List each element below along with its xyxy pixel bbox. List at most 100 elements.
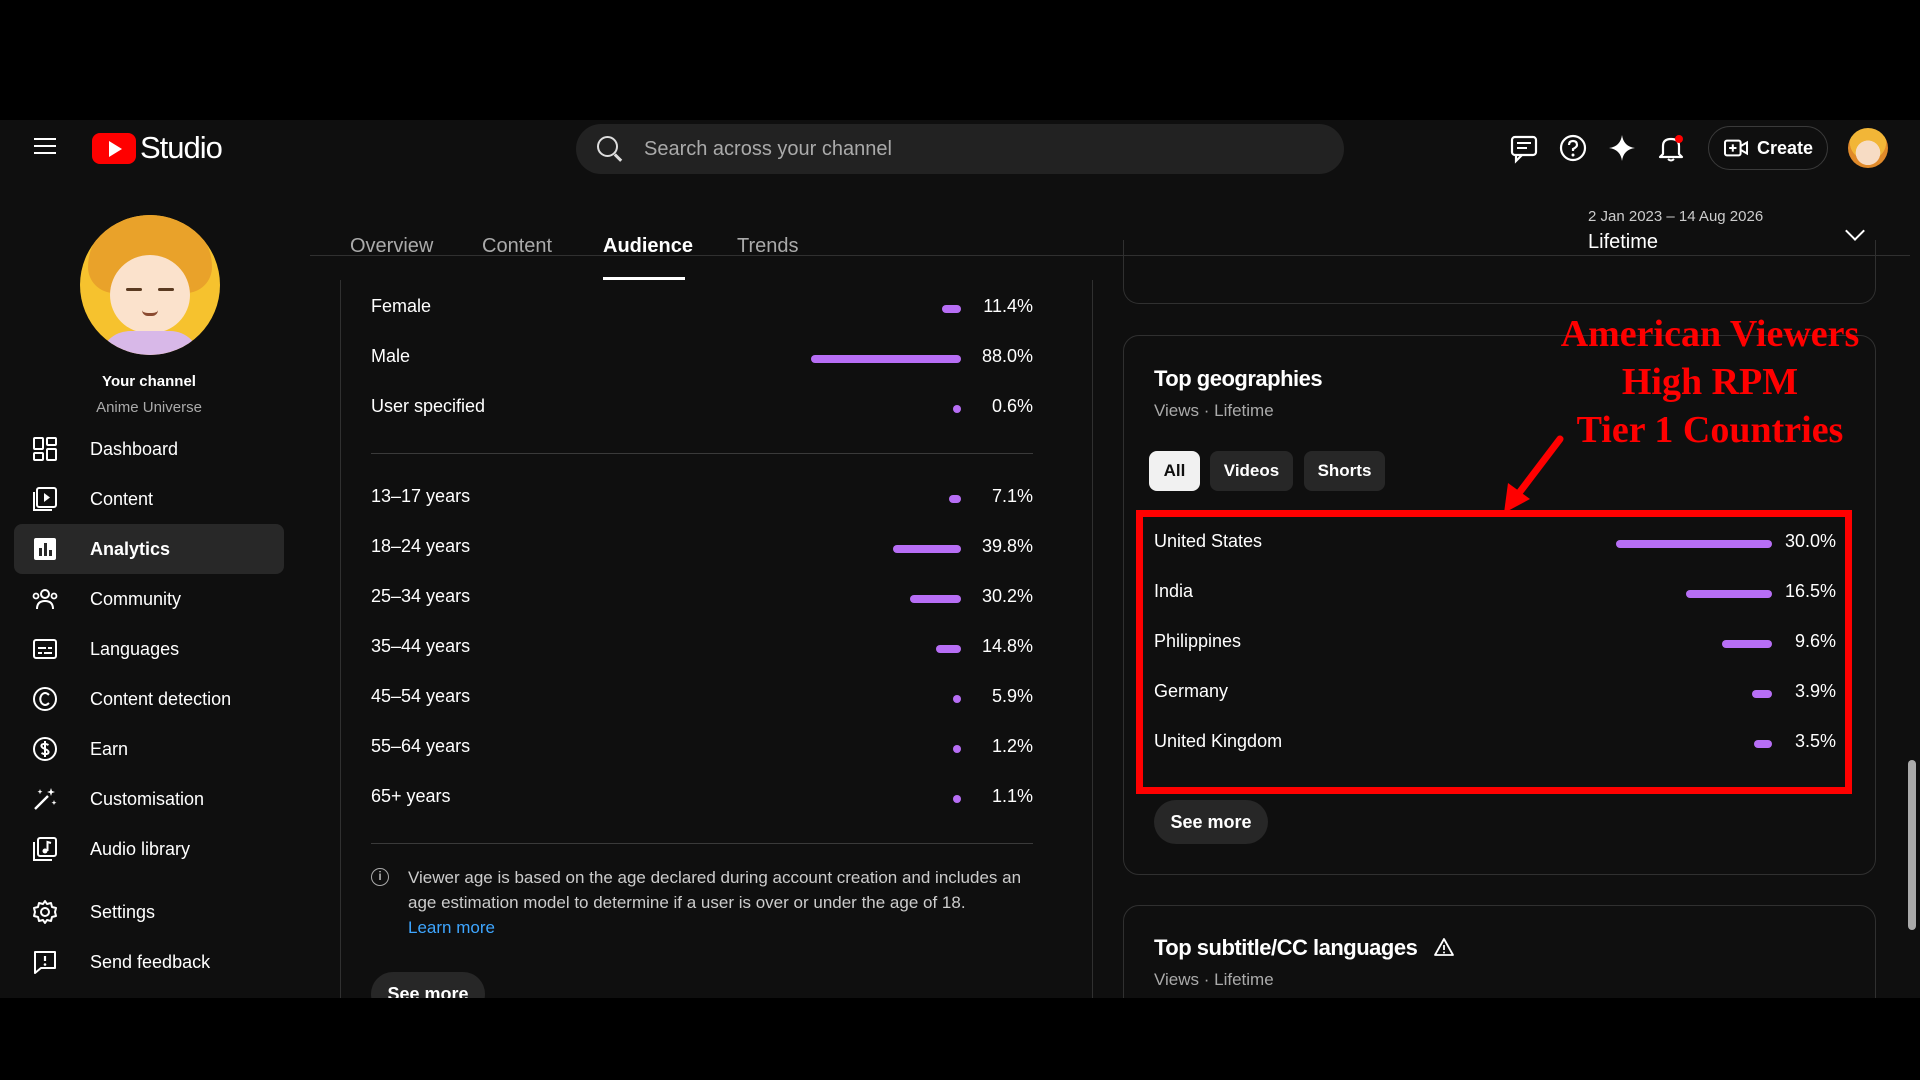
learn-more-link[interactable]: Learn more: [408, 918, 495, 937]
sidebar-item-content[interactable]: Content: [14, 474, 284, 524]
gender-row: Male 88.0%: [371, 343, 1033, 373]
sidebar: Your channel Anime Universe Dashboard Co…: [0, 176, 298, 998]
divider: [340, 280, 341, 998]
sidebar-item-settings[interactable]: Settings: [14, 887, 284, 937]
annotation-line: American Viewers: [1560, 313, 1860, 355]
age-row: 35–44 years 14.8%: [371, 633, 1033, 663]
magic-wand-icon: [30, 784, 60, 814]
warning-icon[interactable]: [1433, 937, 1455, 957]
see-more-button[interactable]: See more: [371, 972, 485, 998]
gender-row: Female 11.4%: [371, 293, 1033, 323]
age-row: 45–54 years 5.9%: [371, 683, 1033, 713]
age-value: 14.8%: [981, 636, 1033, 656]
gender-row: User specified 0.6%: [371, 393, 1033, 423]
chip-all[interactable]: All: [1149, 451, 1200, 491]
audio-library-icon: [30, 834, 60, 864]
tab-overview[interactable]: Overview: [350, 235, 433, 258]
annotation-arrow-icon: [1504, 435, 1564, 513]
studio-window: Studio Search across your channel Create: [0, 120, 1920, 998]
age-label: 45–54 years: [371, 686, 471, 706]
gender-bar: [953, 405, 961, 413]
age-row: 25–34 years 30.2%: [371, 583, 1033, 613]
studio-wordmark: Studio: [140, 130, 223, 165]
search-bar[interactable]: Search across your channel: [576, 124, 1344, 174]
sidebar-item-label: Audio library: [90, 838, 191, 859]
age-value: 39.8%: [981, 536, 1033, 556]
subtitles-title: Top subtitle/CC languages: [1154, 935, 1418, 960]
gender-value: 88.0%: [981, 346, 1033, 366]
gender-bar: [811, 355, 961, 363]
sidebar-item-label: Settings: [90, 901, 156, 922]
subtitles-title-wrap: Top subtitle/CC languages: [1154, 935, 1455, 961]
sidebar-item-earn[interactable]: Earn: [14, 724, 284, 774]
analytics-icon: [30, 534, 60, 564]
age-label: 65+ years: [371, 786, 451, 806]
sidebar-item-label: Customisation: [90, 788, 205, 809]
age-value: 1.2%: [991, 736, 1033, 756]
sidebar-item-dashboard[interactable]: Dashboard: [14, 424, 284, 474]
sidebar-item-analytics[interactable]: Analytics: [14, 524, 284, 574]
gender-bar: [942, 305, 961, 313]
comments-icon[interactable]: [1508, 132, 1540, 164]
sidebar-item-label: Analytics: [90, 538, 171, 559]
create-button[interactable]: Create: [1708, 126, 1828, 170]
search-input[interactable]: Search across your channel: [644, 138, 892, 161]
gender-label: Female: [371, 296, 432, 316]
gender-label: Male: [371, 346, 411, 366]
gear-icon: [30, 897, 60, 927]
youtube-studio-logo[interactable]: Studio: [92, 128, 223, 168]
annotation-highlight-box: [1136, 510, 1852, 794]
help-icon[interactable]: [1557, 132, 1589, 164]
age-bar: [910, 595, 961, 603]
sidebar-item-customisation[interactable]: Customisation: [14, 774, 284, 824]
age-label: 35–44 years: [371, 636, 471, 656]
see-more-geographies-button[interactable]: See more: [1154, 800, 1268, 844]
content-icon: [30, 484, 60, 514]
age-value: 30.2%: [981, 586, 1033, 606]
languages-icon: [30, 634, 60, 664]
date-range-text: 2 Jan 2023 – 14 Aug 2026: [1588, 208, 1764, 225]
age-label: 55–64 years: [371, 736, 471, 756]
create-label: Create: [1756, 137, 1814, 158]
youtube-play-icon: [92, 132, 136, 164]
tab-content[interactable]: Content: [482, 235, 552, 258]
dollar-icon: [30, 734, 60, 764]
sidebar-item-send-feedback[interactable]: Send feedback: [14, 937, 284, 987]
divider: [1092, 280, 1093, 998]
search-icon[interactable]: [596, 135, 624, 163]
sidebar-item-audio-library[interactable]: Audio library: [14, 824, 284, 874]
sidebar-item-label: Earn: [90, 738, 129, 759]
sidebar-item-label: Languages: [90, 638, 180, 659]
sidebar-item-label: Dashboard: [90, 438, 179, 459]
sidebar-item-community[interactable]: Community: [14, 574, 284, 624]
age-bar: [949, 495, 961, 503]
page-scrollbar[interactable]: [1908, 760, 1916, 930]
active-tab-indicator: [603, 277, 685, 280]
gender-value: 0.6%: [991, 396, 1033, 416]
sidebar-item-label: Community: [90, 588, 182, 609]
dashboard-icon: [30, 434, 60, 464]
channel-title: Your channel: [102, 373, 196, 390]
channel-name: Anime Universe: [96, 399, 202, 416]
chip-videos[interactable]: Videos: [1210, 451, 1293, 491]
chip-shorts[interactable]: Shorts: [1304, 451, 1385, 491]
tab-audience[interactable]: Audience: [603, 235, 693, 258]
age-label: 13–17 years: [371, 486, 471, 506]
info-icon: i: [371, 868, 389, 886]
account-avatar[interactable]: [1848, 128, 1888, 168]
sparkle-icon[interactable]: [1606, 132, 1638, 164]
gender-value: 11.4%: [983, 296, 1033, 316]
geographies-subtitle: Views · Lifetime: [1154, 401, 1274, 420]
tab-trends[interactable]: Trends: [737, 235, 799, 258]
divider: [371, 453, 1033, 454]
sidebar-item-languages[interactable]: Languages: [14, 624, 284, 674]
sidebar-item-content-detection[interactable]: Content detection: [14, 674, 284, 724]
geographies-title: Top geographies: [1154, 366, 1323, 391]
age-row: 18–24 years 39.8%: [371, 533, 1033, 563]
channel-avatar[interactable]: [80, 215, 220, 355]
notifications-bell-icon[interactable]: [1655, 132, 1687, 164]
gender-label: User specified: [371, 396, 486, 416]
sidebar-item-label: Content: [90, 488, 154, 509]
hamburger-menu-icon[interactable]: [30, 133, 64, 163]
age-bar: [953, 745, 961, 753]
